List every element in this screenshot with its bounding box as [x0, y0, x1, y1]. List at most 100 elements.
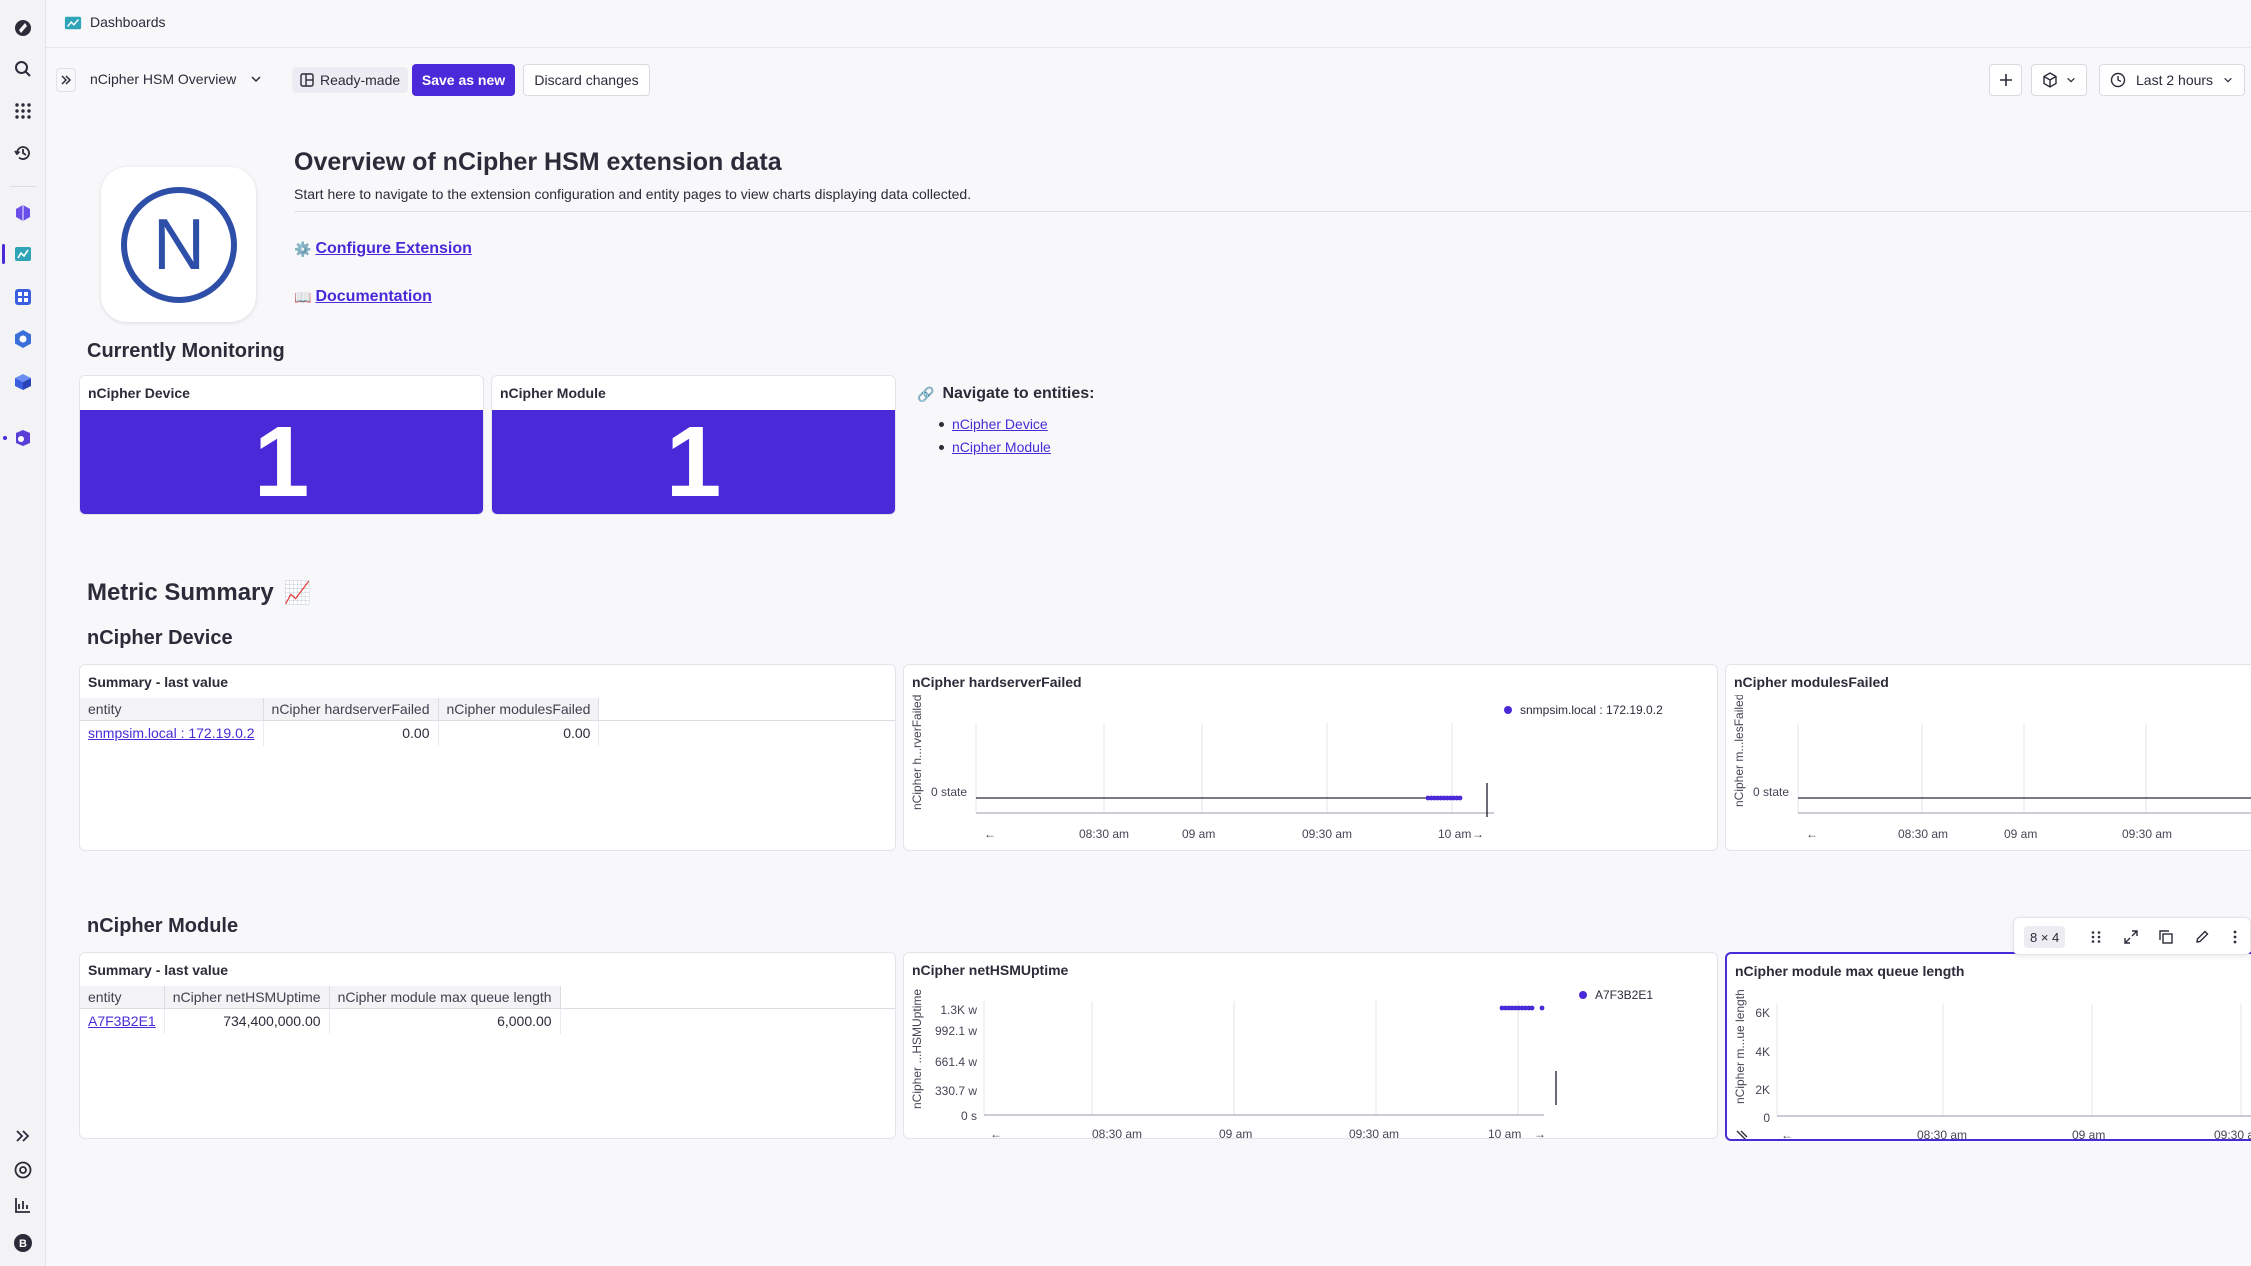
- notebooks-app-icon[interactable]: [11, 285, 35, 309]
- series-point: [1539, 1005, 1545, 1011]
- series-points: [1425, 795, 1463, 801]
- save-as-new-button[interactable]: Save as new: [412, 64, 515, 96]
- more-options-icon[interactable]: [2225, 927, 2245, 947]
- x-axis-left-arrow: ←: [984, 827, 996, 841]
- duplicate-icon[interactable]: [2156, 927, 2176, 947]
- drag-handle-icon[interactable]: [2086, 927, 2106, 947]
- discard-changes-button[interactable]: Discard changes: [523, 64, 650, 96]
- entity-link[interactable]: snmpsim.local : 172.19.0.2: [88, 725, 255, 741]
- dynatrace-logo-icon[interactable]: [11, 16, 35, 40]
- table-row: A7F3B2E1 734,400,000.00 6,000.00: [80, 1008, 895, 1034]
- column-header[interactable]: nCipher modulesFailed: [438, 698, 600, 720]
- resize-handle-icon: [1736, 1130, 1748, 1139]
- currently-monitoring-heading: Currently Monitoring: [87, 340, 285, 362]
- series-points: [1499, 1005, 1545, 1011]
- link-icon: 🔗: [917, 385, 935, 402]
- table-cell: 734,400,000.00: [164, 1008, 330, 1034]
- x-axis-left-arrow: ←: [1806, 827, 1818, 841]
- x-axis-left-arrow: ←: [1781, 1128, 1793, 1141]
- max-queue-length-chart-tile[interactable]: nCipher module max queue length nCipher …: [1725, 952, 2251, 1141]
- chart-title: nCipher module max queue length: [1735, 963, 1965, 979]
- column-header[interactable]: entity: [80, 986, 165, 1008]
- chevron-down-icon: [2067, 77, 2075, 83]
- entity-link[interactable]: A7F3B2E1: [88, 1013, 156, 1029]
- timeframe-selector[interactable]: Last 2 hours: [2099, 64, 2245, 96]
- apps-grid-icon[interactable]: [11, 99, 35, 123]
- device-count-tile[interactable]: nCipher Device 1: [79, 375, 484, 515]
- column-header[interactable]: entity: [80, 698, 264, 720]
- chart-legend[interactable]: snmpsim.local : 172.19.0.2: [1504, 703, 1663, 717]
- hardserver-failed-chart-tile[interactable]: nCipher hardserverFailed nCipher h...rve…: [903, 664, 1718, 851]
- rail-divider: [10, 186, 36, 187]
- configure-extension-label: Configure Extension: [315, 240, 472, 257]
- dashboards-app-icon[interactable]: [11, 242, 35, 266]
- expand-rail-icon[interactable]: [11, 1124, 35, 1148]
- y-tick-label: 661.4 w: [935, 1055, 977, 1069]
- dashboards-icon: [64, 16, 82, 30]
- ncipher-module-link[interactable]: nCipher Module: [952, 439, 1051, 455]
- chart-title: nCipher modulesFailed: [1734, 674, 1889, 690]
- user-avatar-icon[interactable]: B: [11, 1231, 35, 1255]
- series-point: [1529, 1005, 1535, 1011]
- legend-dot: [1579, 991, 1587, 999]
- settings-app-icon[interactable]: [11, 327, 35, 351]
- active-indicator: [2, 244, 5, 264]
- module-count-tile[interactable]: nCipher Module 1: [491, 375, 896, 515]
- expand-sidebar-button[interactable]: [56, 68, 76, 92]
- y-axis-label: nCipher m...ue length: [1733, 989, 1747, 1104]
- ready-made-badge: Ready-made: [292, 67, 409, 93]
- device-count-value: 1: [80, 406, 483, 514]
- dashboard-name: nCipher HSM Overview: [90, 71, 237, 87]
- configure-extension-link[interactable]: ⚙️ Configure Extension: [294, 240, 472, 258]
- modules-failed-chart-tile[interactable]: nCipher modulesFailed nCipher m...lesFai…: [1725, 664, 2251, 851]
- overview-title: Overview of nCipher HSM extension data: [294, 148, 782, 176]
- ncipher-logo: N: [101, 167, 256, 322]
- edit-pencil-icon[interactable]: [2192, 927, 2212, 947]
- x-tick-label: 10 am: [1438, 827, 1471, 841]
- x-axis-left-arrow: ←: [990, 1127, 1002, 1139]
- dashboard-name-selector[interactable]: nCipher HSM Overview: [90, 71, 262, 87]
- device-summary-tile[interactable]: Summary - last value entity nCipher hard…: [79, 664, 896, 851]
- column-header[interactable]: nCipher module max queue length: [329, 986, 561, 1008]
- plus-icon: [1999, 74, 2012, 86]
- column-header[interactable]: nCipher netHSMUptime: [164, 986, 330, 1008]
- tile-size-badge: 8 × 4: [2024, 926, 2066, 948]
- x-tick-label: 09 am: [1219, 1127, 1252, 1139]
- device-summary-table: entity nCipher hardserverFailed nCipher …: [80, 698, 895, 746]
- search-icon[interactable]: [11, 57, 35, 81]
- module-summary-tile[interactable]: Summary - last value entity nCipher netH…: [79, 952, 896, 1139]
- chart-emoji-icon: 📈: [283, 580, 312, 605]
- chart-title: nCipher netHSMUptime: [912, 962, 1069, 978]
- segments-button[interactable]: [2031, 64, 2087, 96]
- top-bar: Dashboards: [46, 0, 2251, 48]
- extensions-app-icon[interactable]: [11, 370, 35, 394]
- y-tick-label: 992.1 w: [935, 1024, 977, 1038]
- nethsm-uptime-chart-tile[interactable]: nCipher netHSMUptime nCipher ...HSMUptim…: [903, 952, 1718, 1139]
- add-tile-button[interactable]: [1989, 64, 2022, 96]
- max-queue-length-chart: nCipher m...ue length 6K 4K 2K 0 ← 08:30…: [1733, 989, 2251, 1141]
- chart-legend[interactable]: A7F3B2E1: [1579, 988, 1653, 1002]
- chevron-down-icon: [251, 76, 261, 83]
- ncipher-device-link[interactable]: nCipher Device: [952, 416, 1048, 432]
- y-tick-label: 1.3K w: [940, 1003, 977, 1017]
- y-tick-label: 4K: [1755, 1045, 1770, 1059]
- book-icon: 📖: [294, 288, 312, 305]
- app-title: Dashboards: [90, 14, 166, 30]
- navigate-heading: 🔗 Navigate to entities:: [917, 385, 1094, 403]
- expand-icon[interactable]: [2121, 927, 2141, 947]
- divider: [294, 211, 2251, 212]
- y-axis-label: nCipher ...HSMUptime: [910, 989, 924, 1109]
- x-tick-label: 10 am: [1488, 1127, 1521, 1139]
- help-icon[interactable]: [11, 1158, 35, 1182]
- x-axis-right-arrow: →: [1472, 827, 1484, 841]
- history-icon[interactable]: [11, 141, 35, 165]
- tile-title: Summary - last value: [88, 962, 229, 978]
- list-item: nCipher Device: [939, 416, 1051, 432]
- column-header[interactable]: nCipher hardserverFailed: [263, 698, 439, 720]
- table-cell: 6,000.00: [329, 1008, 561, 1034]
- reports-icon[interactable]: [11, 1193, 35, 1217]
- ncipher-app-icon[interactable]: [11, 426, 35, 450]
- hub-app-icon[interactable]: [11, 201, 35, 225]
- table-row: snmpsim.local : 172.19.0.2 0.00 0.00: [80, 720, 895, 746]
- documentation-link[interactable]: 📖 Documentation: [294, 288, 432, 306]
